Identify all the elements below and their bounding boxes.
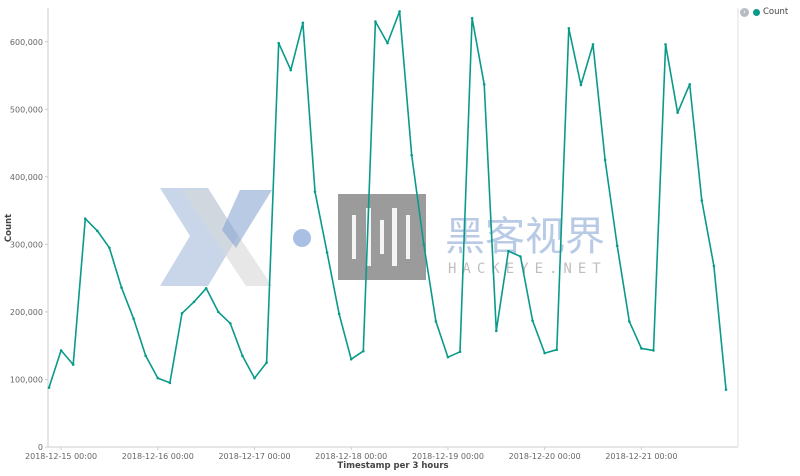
data-point[interactable] [507, 249, 510, 253]
data-point[interactable] [325, 251, 329, 254]
data-point[interactable] [59, 349, 63, 352]
data-point[interactable] [192, 300, 196, 304]
data-point[interactable] [531, 319, 534, 323]
data-point[interactable] [132, 317, 135, 320]
watermark-barcode-bar [406, 215, 410, 259]
x-tick-label: 2018-12-18 00:00 [315, 452, 387, 461]
data-point[interactable] [724, 388, 728, 391]
x-tick-label: 2018-12-17 00:00 [218, 452, 290, 461]
data-point[interactable] [374, 20, 377, 23]
y-tick-label: 300,000 [10, 240, 43, 249]
legend: › Count [740, 7, 788, 17]
data-point[interactable] [712, 264, 716, 268]
data-point[interactable] [652, 349, 655, 352]
data-point[interactable] [204, 286, 208, 290]
data-point[interactable] [640, 347, 643, 350]
data-point[interactable] [603, 158, 607, 162]
x-tick-label: 2018-12-21 00:00 [605, 452, 677, 461]
data-point[interactable] [83, 217, 87, 221]
data-point[interactable] [664, 43, 667, 46]
chart-container: 黑客视界 HACKEYE.NET 0 100,000 200,000 300,000 4… [0, 0, 800, 476]
data-point[interactable] [349, 357, 353, 361]
watermark-barcode-bar [380, 220, 384, 254]
data-point[interactable] [519, 255, 522, 258]
data-point[interactable] [71, 363, 75, 366]
data-point[interactable] [253, 376, 256, 380]
data-point[interactable] [362, 349, 365, 353]
data-point[interactable] [313, 190, 317, 194]
data-point[interactable] [688, 83, 692, 86]
x-axis-title: Timestamp per 3 hours [337, 461, 448, 471]
y-tick-label: 200,000 [10, 308, 43, 317]
data-point[interactable] [47, 386, 51, 389]
watermark-logo-dot [293, 229, 311, 247]
data-point[interactable] [567, 26, 571, 30]
data-point[interactable] [627, 320, 631, 323]
data-point[interactable] [470, 16, 474, 20]
line-chart: 黑客视界 HACKEYE.NET 0 100,000 200,000 300,000 4… [4, 8, 739, 471]
data-point[interactable] [700, 199, 704, 202]
legend-swatch [753, 8, 760, 16]
data-point[interactable] [615, 244, 619, 248]
data-point[interactable] [458, 350, 462, 354]
data-point[interactable] [410, 153, 413, 157]
y-tick-label: 400,000 [10, 173, 43, 182]
y-axis-ticks: 0 100,000 200,000 300,000 400,000 500,000 600,… [10, 38, 48, 452]
x-tick-label: 2018-12-16 00:00 [122, 452, 194, 461]
legend-label: Count [763, 7, 789, 17]
watermark-logo-shape [222, 190, 272, 248]
data-point[interactable] [180, 311, 184, 315]
data-point[interactable] [337, 312, 341, 316]
data-point[interactable] [434, 320, 438, 323]
watermark: 黑客视界 HACKEYE.NET [160, 188, 607, 286]
x-axis-ticks: 2018-12-15 00:00 2018-12-16 00:00 2018-12-… [25, 447, 677, 461]
data-point[interactable] [96, 229, 99, 233]
data-point[interactable] [482, 83, 486, 86]
watermark-barcode-bar [392, 208, 397, 266]
y-tick-label: 600,000 [10, 38, 43, 47]
data-point[interactable] [398, 10, 401, 13]
data-point[interactable] [676, 111, 679, 114]
chevron-right-icon[interactable]: › [740, 7, 749, 17]
data-point[interactable] [386, 41, 389, 45]
data-point[interactable] [591, 43, 595, 46]
watermark-barcode-bar [352, 215, 356, 259]
data-point[interactable] [446, 355, 450, 359]
watermark-title: 黑客视界 [445, 214, 605, 260]
data-point[interactable] [495, 329, 498, 333]
y-axis-title: Count [4, 214, 14, 242]
x-tick-label: 2018-12-19 00:00 [412, 452, 484, 461]
data-point[interactable] [108, 246, 111, 250]
data-point[interactable] [301, 21, 305, 25]
data-point[interactable] [265, 361, 268, 364]
legend-item-count[interactable]: Count [753, 7, 788, 17]
y-tick-label: 500,000 [10, 105, 43, 114]
watermark-subtitle: HACKEYE.NET [448, 261, 607, 277]
data-point[interactable] [229, 322, 232, 325]
y-tick-label: 100,000 [10, 375, 43, 384]
data-point[interactable] [216, 310, 220, 314]
data-point[interactable] [241, 354, 244, 358]
y-tick-label: 0 [38, 443, 43, 452]
x-tick-label: 2018-12-20 00:00 [509, 452, 581, 461]
data-point[interactable] [543, 351, 546, 355]
data-point[interactable] [168, 381, 172, 385]
data-point[interactable] [555, 348, 559, 352]
data-point[interactable] [289, 68, 293, 72]
data-point[interactable] [156, 376, 160, 380]
data-point[interactable] [579, 83, 583, 87]
x-tick-label: 2018-12-15 00:00 [25, 452, 97, 461]
data-point[interactable] [422, 243, 426, 246]
data-point[interactable] [120, 286, 123, 289]
data-point[interactable] [277, 41, 280, 45]
data-point[interactable] [144, 354, 148, 358]
